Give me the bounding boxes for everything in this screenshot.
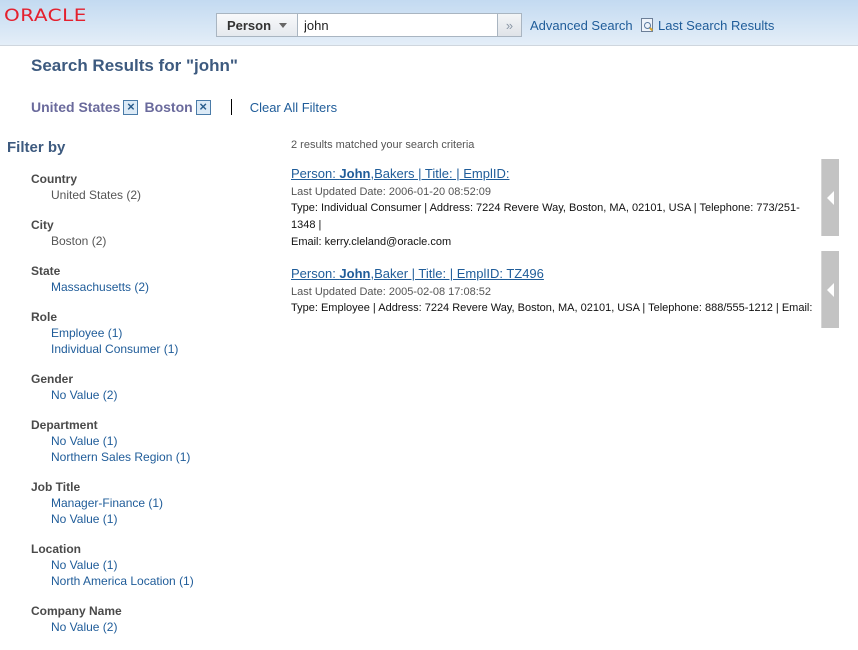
facet-value: United States (2) — [51, 188, 142, 202]
active-filter-label: United States — [31, 99, 121, 115]
facet-gender: Gender No Value (2) — [31, 372, 271, 403]
result-title-prefix: Person: — [291, 266, 340, 281]
facet-value-link[interactable]: Manager-Finance (1) — [51, 495, 271, 511]
chevron-down-icon — [279, 22, 288, 28]
facet-location: Location No Value (1) North America Loca… — [31, 542, 271, 589]
result-detail: Email: kerry.cleland@oracle.com — [291, 236, 452, 248]
remove-filter-icon[interactable]: × — [195, 99, 211, 115]
page-title: Search Results for "john" — [31, 56, 238, 75]
facet-title: Department — [31, 418, 98, 432]
facet-company-name: Company Name No Value (2) — [31, 604, 271, 635]
search-input[interactable] — [298, 13, 498, 37]
facet-title: Gender — [31, 372, 74, 386]
active-filter-chip: Boston × — [144, 99, 211, 115]
active-filter-label: Boston — [144, 99, 193, 115]
search-box: Person » — [216, 13, 522, 37]
facet-value-link[interactable]: Individual Consumer (1) — [51, 341, 271, 357]
result-title-link[interactable]: Person: John,Baker | Title: | EmplID: TZ… — [291, 265, 821, 283]
facet-title: City — [31, 218, 54, 232]
filter-by-heading: Filter by — [7, 139, 66, 156]
facet-role: Role Employee (1) Individual Consumer (1… — [31, 310, 271, 357]
result-date: Last Updated Date: 2006-01-20 08:52:09 — [291, 186, 491, 198]
result-title-rest: ,Baker | Title: | EmplID: TZ496 — [370, 266, 544, 281]
result-date: Last Updated Date: 2005-02-08 17:08:52 — [291, 286, 491, 298]
result-title-match: John — [339, 266, 371, 281]
category-dropdown[interactable]: Person — [216, 13, 298, 37]
facet-country: Country United States (2) — [31, 172, 271, 203]
category-label: Person — [226, 17, 272, 33]
facet-title: Job Title — [31, 480, 81, 494]
facet-value-link[interactable]: Northern Sales Region (1) — [51, 449, 271, 465]
facet-value-link[interactable]: North America Location (1) — [51, 573, 271, 589]
advanced-search-link[interactable]: Advanced Search — [530, 18, 633, 33]
facet-list: Country United States (2) City Boston (2… — [31, 172, 271, 650]
facet-department: Department No Value (1) Northern Sales R… — [31, 418, 271, 465]
facet-state: State Massachusetts (2) — [31, 264, 271, 295]
facet-value-link[interactable]: No Value (1) — [51, 511, 271, 527]
last-search-results-link[interactable]: Last Search Results — [658, 18, 774, 33]
oracle-logo: ORACLE — [4, 5, 87, 26]
active-filters: United States × Boston × Clear All Filte… — [31, 99, 337, 115]
remove-filter-icon[interactable]: × — [123, 99, 139, 115]
header-bar: ORACLE Person » Advanced Search Last Sea… — [0, 0, 858, 46]
result-title-prefix: Person: — [291, 166, 340, 181]
facet-city: City Boston (2) — [31, 218, 271, 249]
facet-title: Company Name — [31, 604, 122, 618]
facet-title: State — [31, 264, 61, 278]
active-filter-chip: United States × — [31, 99, 139, 115]
facet-job-title: Job Title Manager-Finance (1) No Value (… — [31, 480, 271, 527]
expand-result-tab[interactable] — [821, 159, 839, 236]
result-title-match: John — [339, 166, 371, 181]
facet-title: Location — [31, 542, 81, 556]
chevron-left-icon — [827, 191, 834, 205]
facet-value: Boston (2) — [51, 234, 107, 248]
search-go-button[interactable]: » — [498, 13, 522, 37]
result-detail: Type: Employee | Address: 7224 Revere Wa… — [291, 302, 813, 314]
result-title-rest: ,Bakers | Title: | EmplID: — [370, 166, 510, 181]
facet-title: Role — [31, 310, 58, 324]
facet-value-link[interactable]: No Value (2) — [51, 387, 271, 403]
divider — [230, 99, 232, 115]
facet-value-link[interactable]: No Value (2) — [51, 619, 271, 635]
facet-value-link[interactable]: Employee (1) — [51, 325, 271, 341]
double-chevron-right-icon: » — [505, 17, 514, 33]
facet-value-link[interactable]: No Value (1) — [51, 433, 271, 449]
result-item: Person: John,Bakers | Title: | EmplID: L… — [291, 165, 821, 251]
facet-title: Country — [31, 172, 77, 186]
facet-value-link[interactable]: Massachusetts (2) — [51, 279, 271, 295]
chevron-left-icon — [827, 283, 834, 297]
magnifier-document-icon — [641, 18, 653, 32]
result-detail: Type: Individual Consumer | Address: 722… — [291, 202, 800, 231]
expand-result-tab[interactable] — [821, 251, 839, 328]
result-item: Person: John,Baker | Title: | EmplID: TZ… — [291, 265, 821, 317]
results-count: 2 results matched your search criteria — [291, 139, 475, 151]
clear-all-filters-link[interactable]: Clear All Filters — [250, 100, 337, 115]
result-title-link[interactable]: Person: John,Bakers | Title: | EmplID: — [291, 165, 821, 183]
facet-value-link[interactable]: No Value (1) — [51, 557, 271, 573]
